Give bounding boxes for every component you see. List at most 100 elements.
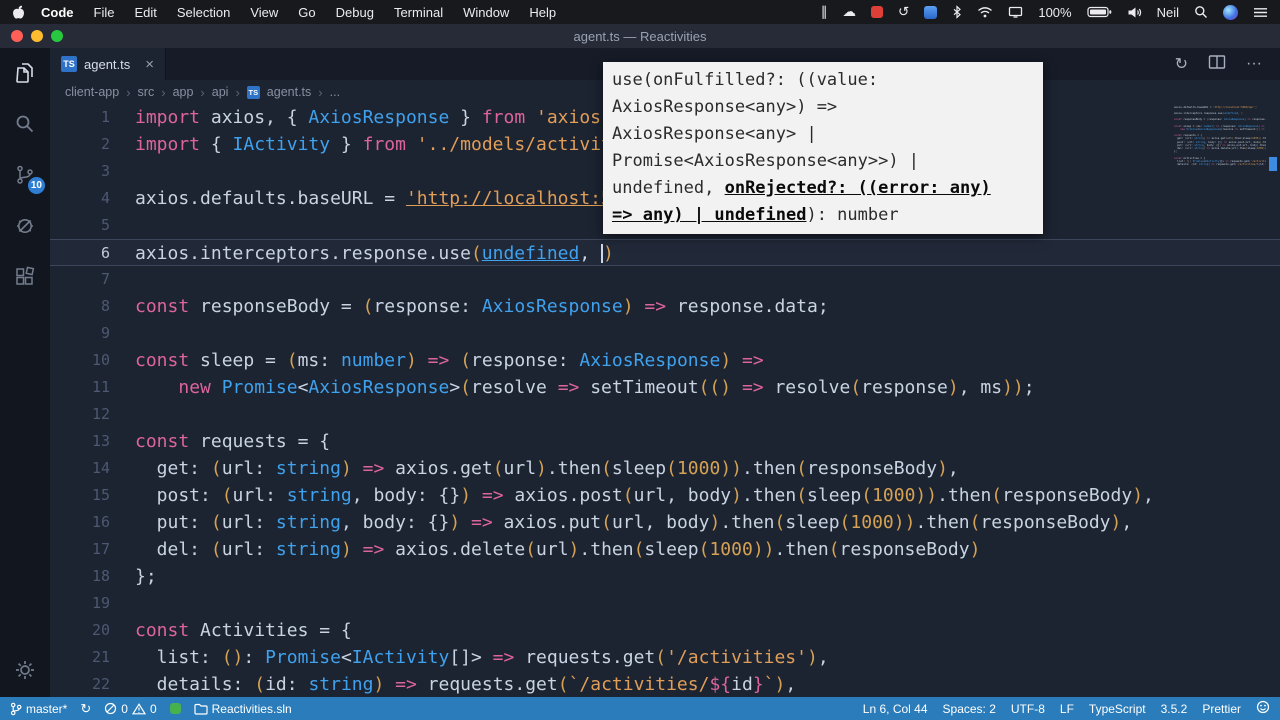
menu-view[interactable]: View [250,5,278,20]
feedback-smiley-icon[interactable] [1256,700,1270,717]
code-line[interactable]: 21 list: (): Promise<IActivity[]> => req… [50,644,1280,671]
sync-icon[interactable]: ↻ [1175,54,1188,74]
zoom-window-button[interactable] [51,30,63,42]
indentation[interactable]: Spaces: 2 [943,702,996,716]
apple-menu-icon[interactable] [12,5,25,20]
extensions-icon[interactable] [12,264,38,290]
line-number: 19 [50,590,110,617]
explorer-icon[interactable] [12,60,38,86]
user-name[interactable]: Neil [1157,5,1179,20]
problems-item[interactable]: 0 0 [104,702,156,716]
source-control-icon[interactable]: 10 [12,162,38,188]
code-line[interactable]: 19 [50,590,1280,617]
minimap[interactable]: import axios, { AxiosResponse } from 'ax… [1174,104,1266,166]
code-line[interactable]: 12 [50,401,1280,428]
chevron-right-icon: › [318,85,322,100]
menu-window[interactable]: Window [463,5,509,20]
menu-selection[interactable]: Selection [177,5,230,20]
code-line[interactable]: 9 [50,320,1280,347]
status-right: Ln 6, Col 44 Spaces: 2 UTF-8 LF TypeScri… [863,700,1270,717]
code-line[interactable]: 11 new Promise<AxiosResponse>(resolve =>… [50,374,1280,401]
menu-terminal[interactable]: Terminal [394,5,443,20]
formatter[interactable]: Prettier [1202,702,1241,716]
tab-label: agent.ts [84,57,130,72]
bluetooth-icon[interactable] [952,5,962,19]
menubar-status-icons: ∥ ☁ ↺ 100% Neil [821,5,1268,20]
cursor-position[interactable]: Ln 6, Col 44 [863,702,928,716]
code-line[interactable]: 18}; [50,563,1280,590]
settings-gear-icon[interactable] [12,657,38,683]
debug-icon[interactable] [12,213,38,239]
breadcrumb-item[interactable]: client-app [65,85,119,99]
status-bar: master* ↻ 0 0 Reactivities.sln Ln 6, Col… [0,697,1280,720]
tooltip-line: undefined, onRejected?: ((error: any) [612,175,1034,202]
line-number: 22 [50,671,110,697]
code-line[interactable]: 20const Activities = { [50,617,1280,644]
breadcrumb-item[interactable]: ... [330,85,340,99]
time-machine-icon[interactable]: ↺ [898,5,909,19]
breadcrumb-item[interactable]: src [138,85,155,99]
sync-changes-icon[interactable]: ↻ [80,702,91,715]
minimize-window-button[interactable] [31,30,43,42]
breadcrumb-item[interactable]: api [212,85,229,99]
tab-agent-ts[interactable]: TS agent.ts × [50,48,166,80]
siri-icon[interactable] [1223,5,1238,20]
window-controls [0,30,63,42]
control-center-icon[interactable] [1253,7,1268,18]
battery-icon[interactable] [1087,6,1112,18]
line-number: 11 [50,374,110,401]
parallels-icon[interactable]: ∥ [821,5,828,19]
code-line[interactable]: 16 put: (url: string, body: {}) => axios… [50,509,1280,536]
code-line[interactable]: 8const responseBody = (response: AxiosRe… [50,293,1280,320]
line-number: 1 [50,104,110,131]
encoding[interactable]: UTF-8 [1011,702,1045,716]
close-tab-icon[interactable]: × [145,56,154,73]
breadcrumb-item[interactable]: app [173,85,194,99]
typescript-file-icon: TS [247,86,260,99]
menu-file[interactable]: File [94,5,115,20]
split-editor-icon[interactable] [1208,54,1226,75]
language-mode[interactable]: TypeScript [1089,702,1146,716]
error-count: 0 [121,702,128,716]
code-line[interactable]: 15 post: (url: string, body: {}) => axio… [50,482,1280,509]
minimap-line: details: (id: string) => requests.get(`/… [1174,163,1266,166]
code-line[interactable]: 13const requests = { [50,428,1280,455]
line-number: 17 [50,536,110,563]
menu-help[interactable]: Help [529,5,556,20]
eol-sequence[interactable]: LF [1060,702,1074,716]
code-line[interactable]: 17 del: (url: string) => axios.delete(ur… [50,536,1280,563]
code-line[interactable]: 22 details: (id: string) => requests.get… [50,671,1280,697]
battery-percentage: 100% [1038,5,1071,20]
display-mirroring-icon[interactable] [1008,6,1023,18]
git-branch-item[interactable]: master* [10,702,67,716]
solution-item[interactable]: Reactivities.sln [194,702,292,716]
solution-name: Reactivities.sln [212,702,292,716]
code-line[interactable]: 7 [50,266,1280,293]
minimap-line: del: (url: string) => axios.delete(url).… [1174,147,1266,150]
blue-app-icon[interactable] [924,6,937,19]
chevron-right-icon: › [161,85,165,100]
volume-icon[interactable] [1127,6,1142,19]
wifi-icon[interactable] [977,6,993,18]
tooltip-line: use(onFulfilled?: ((value: [612,67,1034,94]
line-number: 18 [50,563,110,590]
status-left: master* ↻ 0 0 Reactivities.sln [10,702,292,716]
spotlight-search-icon[interactable] [1194,5,1208,19]
extension-status-icon[interactable] [170,703,181,714]
scrollbar-cursor-marker[interactable] [1269,157,1277,171]
close-window-button[interactable] [11,30,23,42]
search-icon[interactable] [12,111,38,137]
record-indicator-icon[interactable] [871,6,883,18]
typescript-version[interactable]: 3.5.2 [1161,702,1188,716]
menu-debug[interactable]: Debug [336,5,374,20]
more-actions-icon[interactable]: ··· [1246,55,1262,73]
breadcrumb-item[interactable]: agent.ts [267,85,311,99]
code-line[interactable]: 6axios.interceptors.response.use(undefin… [50,239,1280,266]
app-menu-code[interactable]: Code [41,5,74,20]
menu-go[interactable]: Go [298,5,315,20]
line-number: 4 [50,185,110,212]
code-line[interactable]: 10const sleep = (ms: number) => (respons… [50,347,1280,374]
menu-edit[interactable]: Edit [134,5,156,20]
cloud-icon[interactable]: ☁ [843,5,857,19]
code-line[interactable]: 14 get: (url: string) => axios.get(url).… [50,455,1280,482]
